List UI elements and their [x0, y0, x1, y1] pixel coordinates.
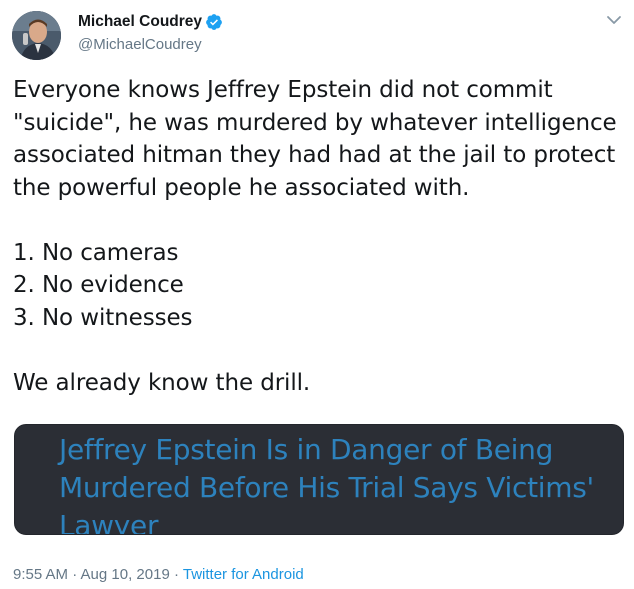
verified-badge-icon [206, 14, 222, 30]
tweet-paragraph: We already know the drill. [13, 369, 311, 396]
tweet-source-link[interactable]: Twitter for Android [183, 566, 304, 583]
avatar-photo [12, 11, 61, 60]
avatar[interactable] [12, 11, 61, 60]
tweet-list: 1. No cameras 2. No evidence 3. No witne… [13, 239, 193, 331]
tweet-paragraph: Everyone knows Jeffrey Epstein did not c… [13, 77, 617, 201]
tweet-meta: 9:55 AM · Aug 10, 2019 · Twitter for And… [13, 566, 304, 583]
chevron-down-icon[interactable] [605, 13, 623, 27]
link-card[interactable]: Jeffrey Epstein Is in Danger of Being Mu… [14, 424, 624, 535]
author-name[interactable]: Michael Coudrey [78, 13, 202, 31]
tweet-timestamp[interactable]: 9:55 AM · Aug 10, 2019 [13, 566, 170, 583]
link-card-title[interactable]: Jeffrey Epstein Is in Danger of Being Mu… [59, 431, 599, 534]
meta-separator: · [169, 566, 183, 583]
author-handle[interactable]: @MichaelCoudrey [78, 36, 202, 53]
tweet-text: Everyone knows Jeffrey Epstein did not c… [13, 74, 623, 399]
tweet: Michael Coudrey @MichaelCoudrey Everyone… [0, 0, 634, 589]
